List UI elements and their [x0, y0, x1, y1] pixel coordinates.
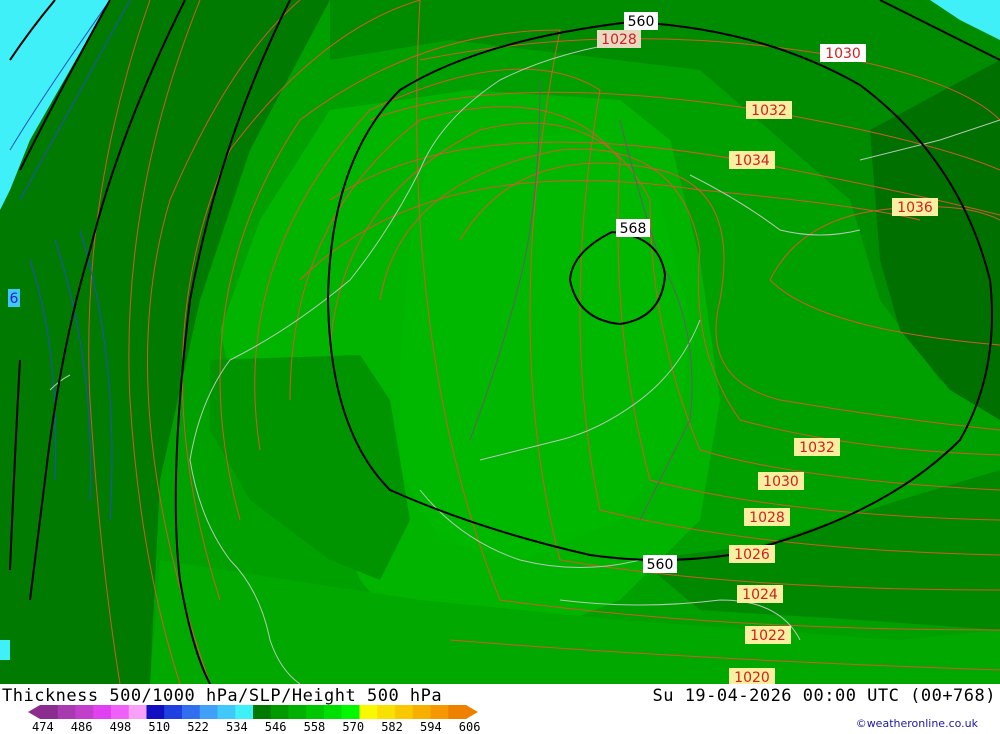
- colorbar-swatch: [448, 705, 467, 719]
- credit-link[interactable]: ©weatheronline.co.uk: [856, 717, 978, 730]
- colorbar-swatch: [164, 705, 183, 719]
- colorbar-swatch: [235, 705, 254, 719]
- colorbar-tick-label: 474: [32, 720, 54, 734]
- colorbar-swatch: [359, 705, 378, 719]
- colorbar-swatch: [128, 705, 147, 719]
- colorbar-swatch: [395, 705, 414, 719]
- thickness-colorbar: [28, 705, 478, 719]
- height-label: 560: [647, 557, 674, 573]
- slp-label: 1036: [897, 200, 933, 216]
- slp-label: 1034: [734, 153, 770, 169]
- weather-map: 560 568 560 1028 1030 1032 1034 1036 103…: [0, 0, 1000, 684]
- colorbar-swatch: [412, 705, 431, 719]
- colorbar-swatch: [341, 705, 360, 719]
- map-title: Thickness 500/1000 hPa/SLP/Height 500 hP…: [2, 686, 443, 706]
- colorbar-tick-label: 522: [187, 720, 209, 734]
- colorbar-swatch: [40, 705, 59, 719]
- colorbar-swatch: [253, 705, 272, 719]
- valid-time: Su 19-04-2026 00:00 UTC (00+768): [652, 686, 996, 706]
- colorbar-tick-label: 510: [148, 720, 171, 734]
- colorbar-tick-label: 570: [342, 720, 365, 734]
- slp-label: 1030: [763, 474, 799, 490]
- slp-label: 1032: [799, 440, 835, 456]
- slp-label: 1028: [601, 32, 637, 48]
- colorbar-swatch: [146, 705, 165, 719]
- map-footer: Thickness 500/1000 hPa/SLP/Height 500 hP…: [0, 684, 1000, 734]
- colorbar-tick-label: 606: [458, 720, 481, 734]
- colorbar-tick-label: 486: [70, 720, 93, 734]
- colorbar-swatch: [377, 705, 396, 719]
- colorbar-swatch: [270, 705, 289, 719]
- colorbar-tick-label: 546: [264, 720, 287, 734]
- colorbar-swatch: [217, 705, 236, 719]
- colorbar-tick-label: 594: [420, 720, 442, 734]
- slp-label: 1026: [734, 547, 770, 563]
- cold-air-zone-edge: [0, 640, 10, 660]
- slp-label: 1022: [750, 628, 786, 644]
- slp-label: 1032: [751, 103, 787, 119]
- height-label: 568: [620, 221, 647, 237]
- colorbar-tick-label: 534: [226, 720, 248, 734]
- colorbar-swatch: [93, 705, 112, 719]
- colorbar-tick-label: 498: [109, 720, 132, 734]
- colorbar-swatch: [75, 705, 94, 719]
- colorbar-swatch: [111, 705, 130, 719]
- slp-label: 1028: [749, 510, 785, 526]
- slp-label: 1024: [742, 587, 778, 603]
- colorbar-left-arrow: [28, 705, 40, 719]
- colorbar-swatch: [199, 705, 218, 719]
- colorbar-swatch: [324, 705, 343, 719]
- colorbar-right-arrow: [466, 705, 478, 719]
- slp-label: 1030: [825, 46, 861, 62]
- thickness-label: 6: [10, 291, 19, 307]
- colorbar-tick-label: 582: [381, 720, 403, 734]
- colorbar-tick-label: 558: [303, 720, 326, 734]
- colorbar-swatch: [430, 705, 449, 719]
- thickness-labels: 6: [8, 289, 20, 307]
- colorbar-swatch: [57, 705, 76, 719]
- colorbar-swatch: [306, 705, 325, 719]
- slp-label: 1020: [734, 670, 770, 684]
- colorbar-swatch: [182, 705, 201, 719]
- height-label: 560: [628, 14, 655, 30]
- colorbar-swatch: [288, 705, 307, 719]
